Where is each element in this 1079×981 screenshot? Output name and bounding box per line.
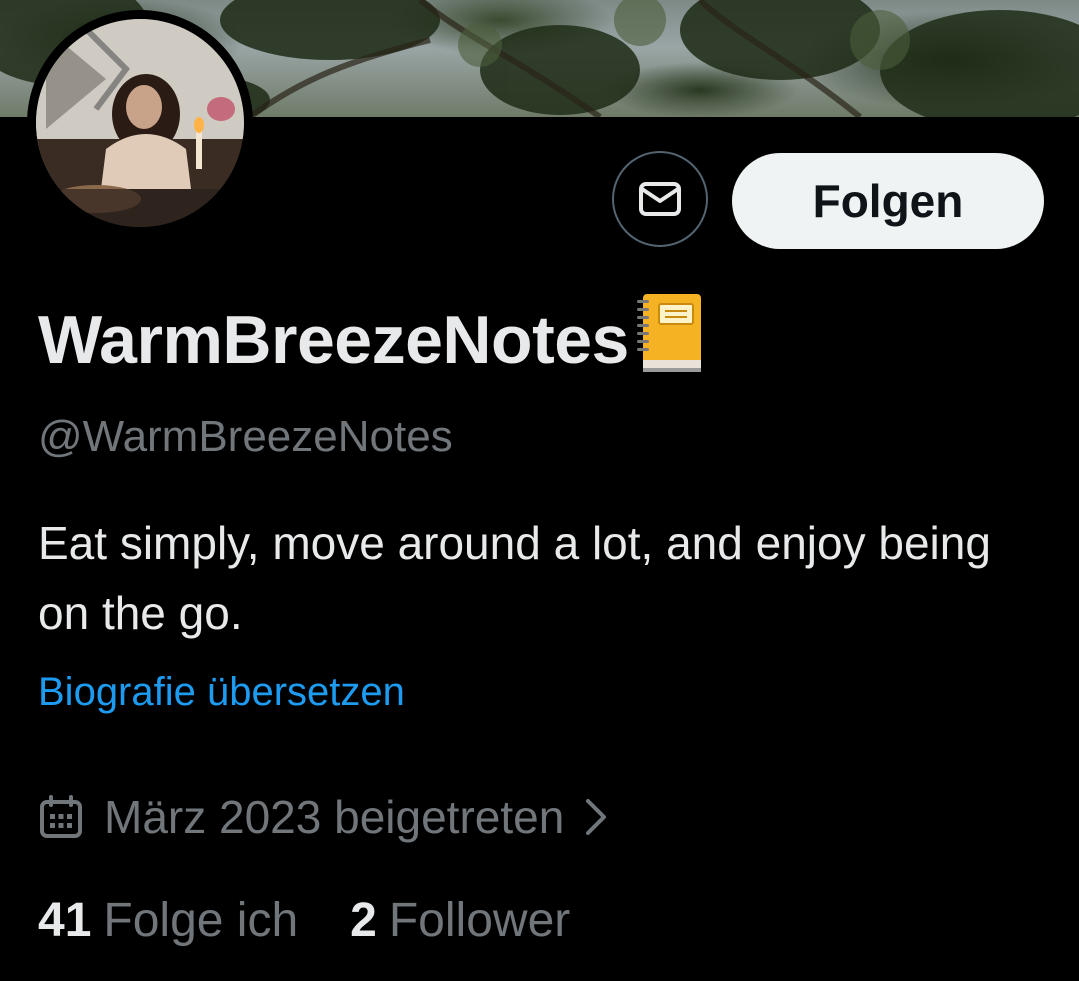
bio-text: Eat simply, move around a lot, and enjoy… bbox=[38, 517, 991, 639]
calendar-icon bbox=[40, 795, 82, 838]
profile-page: Folgen WarmBreezeNotes @WarmBreezeNotes … bbox=[0, 0, 1079, 981]
following-count: 41 bbox=[38, 894, 92, 947]
user-handle: @WarmBreezeNotes bbox=[38, 412, 453, 461]
message-button[interactable] bbox=[612, 151, 708, 247]
avatar[interactable] bbox=[27, 10, 253, 236]
display-name-text: WarmBreezeNotes bbox=[38, 302, 629, 378]
joined-date[interactable]: März 2023 beigetreten bbox=[38, 790, 608, 844]
following-stat[interactable]: 41 Folge ich bbox=[38, 893, 298, 948]
display-name: WarmBreezeNotes bbox=[38, 290, 705, 390]
translate-bio-link[interactable]: Biografie übersetzen bbox=[38, 670, 405, 715]
followers-stat[interactable]: 2 Follower bbox=[350, 893, 570, 948]
followers-label: Follower bbox=[388, 894, 571, 947]
follow-button[interactable]: Folgen bbox=[732, 153, 1044, 249]
avatar-image bbox=[36, 19, 244, 227]
following-label: Folge ich bbox=[103, 894, 299, 947]
chevron-right-icon bbox=[586, 799, 607, 835]
followers-count: 2 bbox=[350, 894, 377, 947]
follow-stats: 41 Folge ich 2 Follower bbox=[38, 893, 570, 948]
envelope-icon bbox=[639, 182, 681, 216]
notebook-emoji-icon bbox=[636, 290, 705, 390]
joined-date-text: März 2023 beigetreten bbox=[104, 791, 565, 843]
